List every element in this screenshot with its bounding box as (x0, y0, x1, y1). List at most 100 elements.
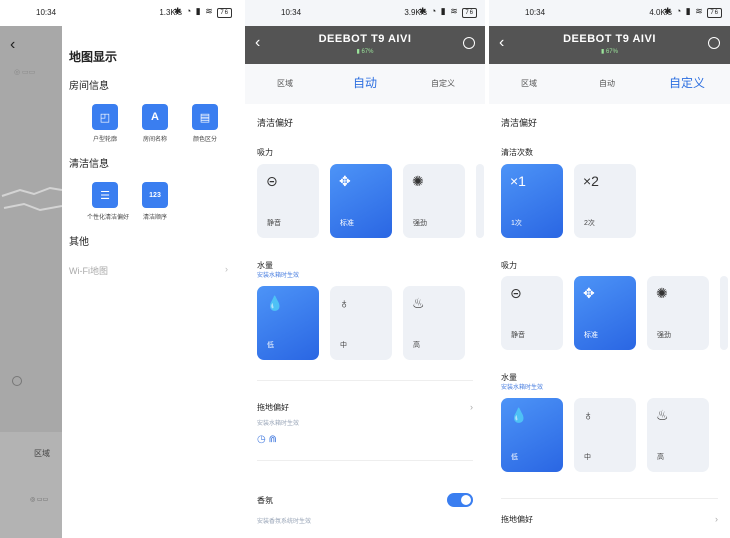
option-card[interactable]: ⊝ 静音 (257, 164, 319, 238)
tile-label: 户型轮廓 (92, 137, 117, 143)
option-card[interactable]: 💧 低 (257, 286, 319, 360)
option-tile[interactable]: ◰ 户型轮廓 (87, 104, 123, 143)
status-bar: 10:34 4.0K/s ✱ ◔ ▮ ≋ 76 (489, 0, 730, 26)
tile-label: 颜色区分 (192, 137, 217, 143)
chevron-right-icon: › (225, 264, 228, 274)
drop-high-icon: ♨ (656, 407, 669, 423)
water-hint: 安装水箱时生效 (501, 385, 544, 391)
option-card-partial[interactable] (720, 276, 728, 350)
divider (257, 380, 473, 381)
back-chevron-icon[interactable]: ‹ (10, 36, 15, 54)
option-tile[interactable]: 123 清洁顺序 (137, 182, 173, 221)
map-display-screen: 10:34 1.3K/s ✱ ◔ ▮ ≋ 76 ‹ ◎ ▭▭ 区域 ◎ ▭▭ 地… (0, 0, 240, 538)
mode-tabs: 区域 自动 自定义 (245, 64, 485, 104)
option-card[interactable]: ✺ 强劲 (403, 164, 465, 238)
tab-auto[interactable]: 自动 (599, 78, 615, 89)
device-name: DEEBOT T9 AIVI (563, 33, 656, 45)
tab-custom[interactable]: 自定义 (669, 74, 705, 91)
scent-hint: 安装香氛系统时生效 (257, 519, 312, 525)
tile-label: 个性化清洁偏好 (87, 215, 130, 221)
tab-area[interactable]: 区域 (521, 78, 537, 89)
option-label: 静音 (511, 332, 525, 339)
option-tile[interactable]: A 房间名称 (137, 104, 173, 143)
status-icons: ✱ ◔ ▮ ≋ 76 (664, 6, 722, 18)
wifi-map-row[interactable]: Wi-Fi地图 › (69, 264, 240, 277)
clean-info-tiles: ☰ 个性化清洁偏好 123 清洁顺序 (87, 182, 240, 221)
option-tile[interactable]: ☰ 个性化清洁偏好 (87, 182, 130, 221)
drop-mid-icon: ♁ (583, 407, 594, 423)
strong-fan-icon: ✺ (412, 173, 424, 189)
tile-label: 清洁顺序 (142, 215, 167, 221)
text-a-icon: A (142, 104, 168, 130)
option-label: 低 (267, 342, 274, 349)
mop-hint: 安装水箱时生效 (257, 421, 300, 427)
outline-icon: ◰ (92, 104, 118, 130)
room-info-tiles: ◰ 户型轮廓 A 房间名称 ▤ 颜色区分 (87, 104, 240, 143)
option-label: 低 (511, 454, 518, 461)
auto-clean-screen: 10:34 3.9K/s ✱ ◔ ▮ ≋ 76 ‹ DEEBOT T9 AIVI… (245, 0, 485, 538)
standard-fan-icon: ✥ (583, 285, 595, 301)
auto-preferences: 清洁偏好 吸力 ⊝ 静音 ✥ 标准 ✺ 强劲 水量 安装水箱时生效 💧 低 ♁ 中 ♨ 高 拖地偏好… (245, 104, 485, 538)
region-tab[interactable]: 区域 (34, 448, 50, 459)
option-card[interactable]: ✥ 标准 (574, 276, 636, 350)
quiet-icon: ⊝ (266, 173, 278, 189)
tab-custom[interactable]: 自定义 (431, 78, 455, 89)
clean-info-heading: 清洁信息 (69, 159, 109, 170)
battery-icon: 76 (462, 8, 477, 18)
battery-icon: 76 (707, 8, 722, 18)
pref-title: 清洁偏好 (501, 118, 538, 128)
dimmed-map-background[interactable]: ‹ ◎ ▭▭ 区域 ◎ ▭▭ (0, 26, 62, 538)
suction-title: 吸力 (257, 148, 273, 157)
option-card[interactable]: ♨ 高 (647, 398, 709, 472)
map-settings-icon[interactable] (12, 376, 22, 386)
custom-preferences: 清洁偏好 清洁次数 ×1 1次 ×2 2次 吸力 ⊝ 静音 ✥ 标准 ✺ 强劲 水量 安装水箱时… (489, 104, 730, 538)
scent-title: 香氛 (257, 496, 273, 505)
option-card-partial[interactable] (476, 164, 484, 238)
option-card[interactable]: ♁ 中 (330, 286, 392, 360)
option-card[interactable]: ×2 2次 (574, 164, 636, 238)
option-card[interactable]: ⊝ 静音 (501, 276, 563, 350)
divider (257, 460, 473, 461)
count-icon: ×2 (583, 173, 599, 189)
status-icons: ✱ ◔ ▮ ≋ 76 (174, 6, 232, 18)
option-card[interactable]: 💧 低 (501, 398, 563, 472)
option-label: 中 (340, 342, 347, 349)
sliders-icon: ☰ (92, 182, 118, 208)
drop-low-icon: 💧 (266, 295, 284, 311)
option-label: 中 (584, 454, 591, 461)
drop-low-icon: 💧 (510, 407, 528, 423)
option-card[interactable]: ✥ 标准 (330, 164, 392, 238)
region-bar: 区域 (0, 432, 62, 538)
mop-title[interactable]: 拖地偏好 (257, 402, 289, 413)
status-time: 10:34 (281, 8, 302, 17)
status-icons: ✱ ◔ ▮ ≋ 76 (419, 6, 477, 18)
order-123-icon: 123 (142, 182, 168, 208)
drawer-title: 地图显示 (69, 50, 118, 64)
chevron-right-icon[interactable]: › (470, 402, 473, 412)
tab-auto[interactable]: 自动 (353, 74, 377, 91)
room-info-heading: 房间信息 (69, 81, 109, 92)
option-tile[interactable]: ▤ 颜色区分 (187, 104, 223, 143)
color-block-icon: ▤ (192, 104, 218, 130)
settings-gear-icon[interactable] (463, 37, 475, 49)
mop-title[interactable]: 拖地偏好 (501, 514, 533, 525)
strong-fan-icon: ✺ (656, 285, 668, 301)
option-card[interactable]: ✺ 强劲 (647, 276, 709, 350)
times-title: 清洁次数 (501, 148, 533, 157)
tab-area[interactable]: 区域 (277, 78, 293, 89)
device-header: ‹ DEEBOT T9 AIVI ▮ 67% (489, 26, 730, 64)
option-label: 标准 (584, 332, 598, 339)
option-card[interactable]: ×1 1次 (501, 164, 563, 238)
option-card[interactable]: ♨ 高 (403, 286, 465, 360)
status-bar: 10:34 3.9K/s ✱ ◔ ▮ ≋ 76 (245, 0, 485, 26)
option-card[interactable]: ♁ 中 (574, 398, 636, 472)
other-heading: 其他 (69, 237, 89, 248)
pref-title: 清洁偏好 (257, 118, 294, 128)
device-battery-level: 67% (605, 49, 618, 55)
dim-map-label-icon: ◎ ▭▭ (14, 69, 36, 76)
settings-gear-icon[interactable] (708, 37, 720, 49)
chevron-right-icon[interactable]: › (715, 514, 718, 524)
scent-toggle[interactable] (447, 493, 473, 507)
option-label: 高 (413, 342, 420, 349)
suction-title: 吸力 (501, 261, 517, 270)
